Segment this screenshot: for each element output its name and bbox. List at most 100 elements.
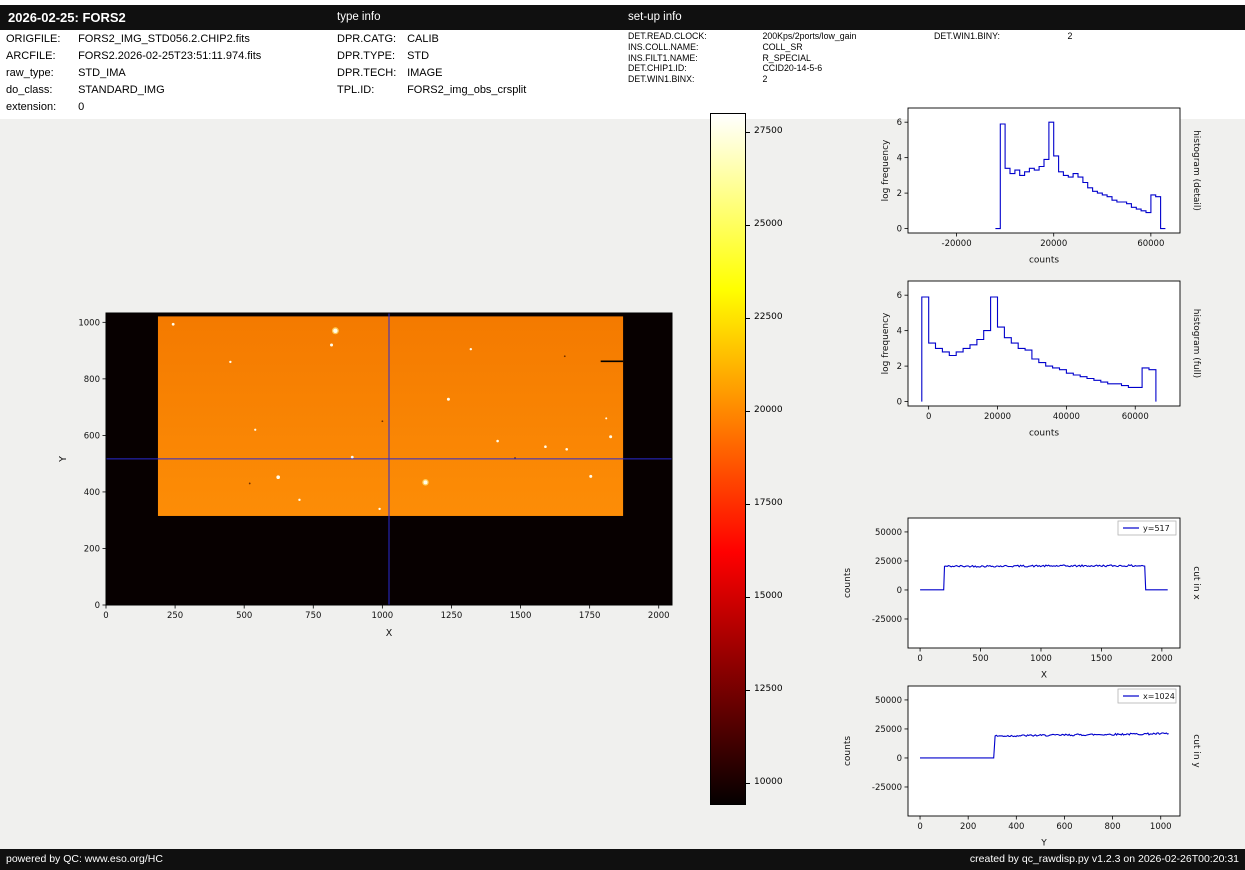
- svg-text:400: 400: [84, 488, 100, 498]
- colorbar-tick-label: 15000: [754, 590, 783, 601]
- colorbar-tick: [746, 131, 750, 133]
- svg-text:4: 4: [897, 327, 902, 337]
- svg-text:0: 0: [917, 654, 922, 664]
- histogram-detail-plot: -20000 20000 60000 0 2 4 6 counts log frequency h…: [881, 107, 1201, 266]
- info-label: DPR.TYPE:: [337, 50, 396, 62]
- svg-text:25000: 25000: [875, 557, 902, 567]
- colorbar-tick: [746, 503, 750, 505]
- svg-text:X: X: [386, 628, 393, 639]
- svg-text:histogram (detail): histogram (detail): [1191, 130, 1201, 211]
- svg-text:20000: 20000: [1040, 239, 1067, 249]
- svg-text:-25000: -25000: [872, 783, 902, 793]
- svg-text:800: 800: [1104, 822, 1120, 832]
- colorbar-tick-label: 20000: [754, 404, 783, 415]
- setup-info-heading: set-up info: [628, 11, 682, 23]
- histogram-full-plot: 0 20000 40000 60000 0 2 4 6 counts log frequency h…: [881, 280, 1201, 439]
- svg-text:0: 0: [897, 586, 902, 596]
- info-label: do_class:: [6, 84, 53, 96]
- info-row-readclock: DET.READ.CLOCK: 200Kps/2ports/low_gain: [628, 31, 856, 42]
- setup-info-right-block: DET.WIN1.BINY: 2: [934, 31, 1072, 42]
- info-row-dprcatg: DPR.CATG: CALIB: [337, 31, 526, 48]
- svg-text:200: 200: [84, 544, 100, 554]
- colorbar-tick-label: 17500: [754, 497, 783, 508]
- info-row-biny: DET.WIN1.BINY: 2: [934, 31, 1072, 42]
- svg-text:4: 4: [897, 154, 902, 164]
- info-value: 2: [762, 74, 768, 85]
- colorbar-tick-label: 10000: [754, 776, 783, 787]
- info-label: raw_type:: [6, 67, 54, 79]
- colorbar-gradient: [710, 113, 746, 805]
- colorbar-tick-label: 25000: [754, 218, 783, 229]
- info-label: DPR.CATG:: [337, 33, 397, 45]
- svg-text:600: 600: [84, 431, 100, 441]
- svg-text:50000: 50000: [875, 528, 902, 538]
- svg-text:2: 2: [897, 362, 902, 372]
- cut-in-y-plot: 0 200 400 600 800 1000 -25000 0 25000 50000 x=1024…: [843, 685, 1201, 849]
- info-label: DET.WIN1.BINX:: [628, 74, 695, 85]
- svg-text:y=517: y=517: [1143, 524, 1170, 533]
- info-label: extension:: [6, 101, 57, 113]
- colorbar: 10000 12500 15000 17500 20000 22500 25000 27500: [700, 105, 830, 817]
- svg-text:25000: 25000: [875, 725, 902, 735]
- svg-text:250: 250: [167, 611, 183, 621]
- svg-text:0: 0: [897, 754, 902, 764]
- footer-bar: powered by QC: www.eso.org/HC created by…: [0, 849, 1245, 870]
- svg-text:cut in x: cut in x: [1191, 566, 1201, 600]
- svg-text:x=1024: x=1024: [1143, 692, 1175, 701]
- colorbar-tick: [746, 224, 750, 226]
- svg-text:0: 0: [103, 611, 108, 621]
- info-label: DET.CHIP1.ID:: [628, 63, 687, 74]
- svg-text:500: 500: [972, 654, 988, 664]
- svg-text:2000: 2000: [648, 611, 670, 621]
- svg-text:0: 0: [897, 398, 902, 408]
- info-value: IMAGE: [407, 67, 443, 79]
- info-value: FORS2_img_obs_crsplit: [407, 84, 527, 96]
- svg-text:60000: 60000: [1137, 239, 1164, 249]
- info-row-doclass: do_class: STANDARD_IMG: [6, 82, 261, 99]
- colorbar-tick-label: 27500: [754, 125, 783, 136]
- cut-in-x-plot: 0 500 1000 1500 2000-2500002500050000 y=517Xc…: [843, 517, 1201, 681]
- colorbar-tick-label: 12500: [754, 683, 783, 694]
- info-value: 200Kps/2ports/low_gain: [762, 31, 857, 41]
- info-label: TPL.ID:: [337, 84, 375, 96]
- info-label: DET.READ.CLOCK:: [628, 31, 707, 41]
- svg-text:counts: counts: [1029, 256, 1059, 266]
- colorbar-tick-label: 22500: [754, 311, 783, 322]
- page-title: 2026-02-25: FORS2: [8, 10, 126, 25]
- svg-text:cut in y: cut in y: [1191, 734, 1201, 768]
- colorbar-tick: [746, 689, 750, 691]
- colorbar-tick: [746, 782, 750, 784]
- info-row-binx: DET.WIN1.BINX: 2: [628, 74, 856, 85]
- svg-text:800: 800: [84, 375, 100, 385]
- info-label: ORIGFILE:: [6, 33, 61, 45]
- ccd-image-plot: 0 250 500 750 1000 1250 1500 1750 2000 0 200 400 600…: [58, 312, 673, 639]
- info-row-dprtype: DPR.TYPE: STD: [337, 48, 526, 65]
- svg-text:histogram (full): histogram (full): [1191, 309, 1201, 378]
- info-label: DPR.TECH:: [337, 67, 397, 79]
- svg-text:40000: 40000: [1053, 412, 1080, 422]
- svg-text:2: 2: [897, 189, 902, 199]
- info-row-tplid: TPL.ID: FORS2_img_obs_crsplit: [337, 82, 526, 99]
- info-row-collname: INS.COLL.NAME: COLL_SR: [628, 42, 856, 53]
- info-row-extension: extension: 0: [6, 99, 261, 116]
- svg-text:-25000: -25000: [872, 615, 902, 625]
- svg-text:20000: 20000: [984, 412, 1011, 422]
- colorbar-tick: [746, 596, 750, 598]
- svg-text:0: 0: [897, 225, 902, 235]
- info-row-origfile: ORIGFILE: FORS2_IMG_STD056.2.CHIP2.fits: [6, 31, 261, 48]
- info-row-rawtype: raw_type: STD_IMA: [6, 65, 261, 82]
- colorbar-tick: [746, 410, 750, 412]
- info-value: 2: [1067, 31, 1073, 41]
- info-value: CCID20-14-5-6: [762, 63, 823, 74]
- svg-text:200: 200: [960, 822, 976, 832]
- svg-text:1500: 1500: [1091, 654, 1113, 664]
- svg-text:600: 600: [1056, 822, 1072, 832]
- svg-text:750: 750: [305, 611, 321, 621]
- svg-text:6: 6: [897, 118, 902, 128]
- file-info-block: ORIGFILE: FORS2_IMG_STD056.2.CHIP2.fits …: [6, 31, 261, 116]
- svg-text:log frequency: log frequency: [881, 139, 891, 201]
- info-value: FORS2.2026-02-25T23:51:11.974.fits: [78, 50, 262, 62]
- svg-text:1000: 1000: [372, 611, 394, 621]
- info-value: STD: [407, 50, 430, 62]
- svg-text:1500: 1500: [510, 611, 532, 621]
